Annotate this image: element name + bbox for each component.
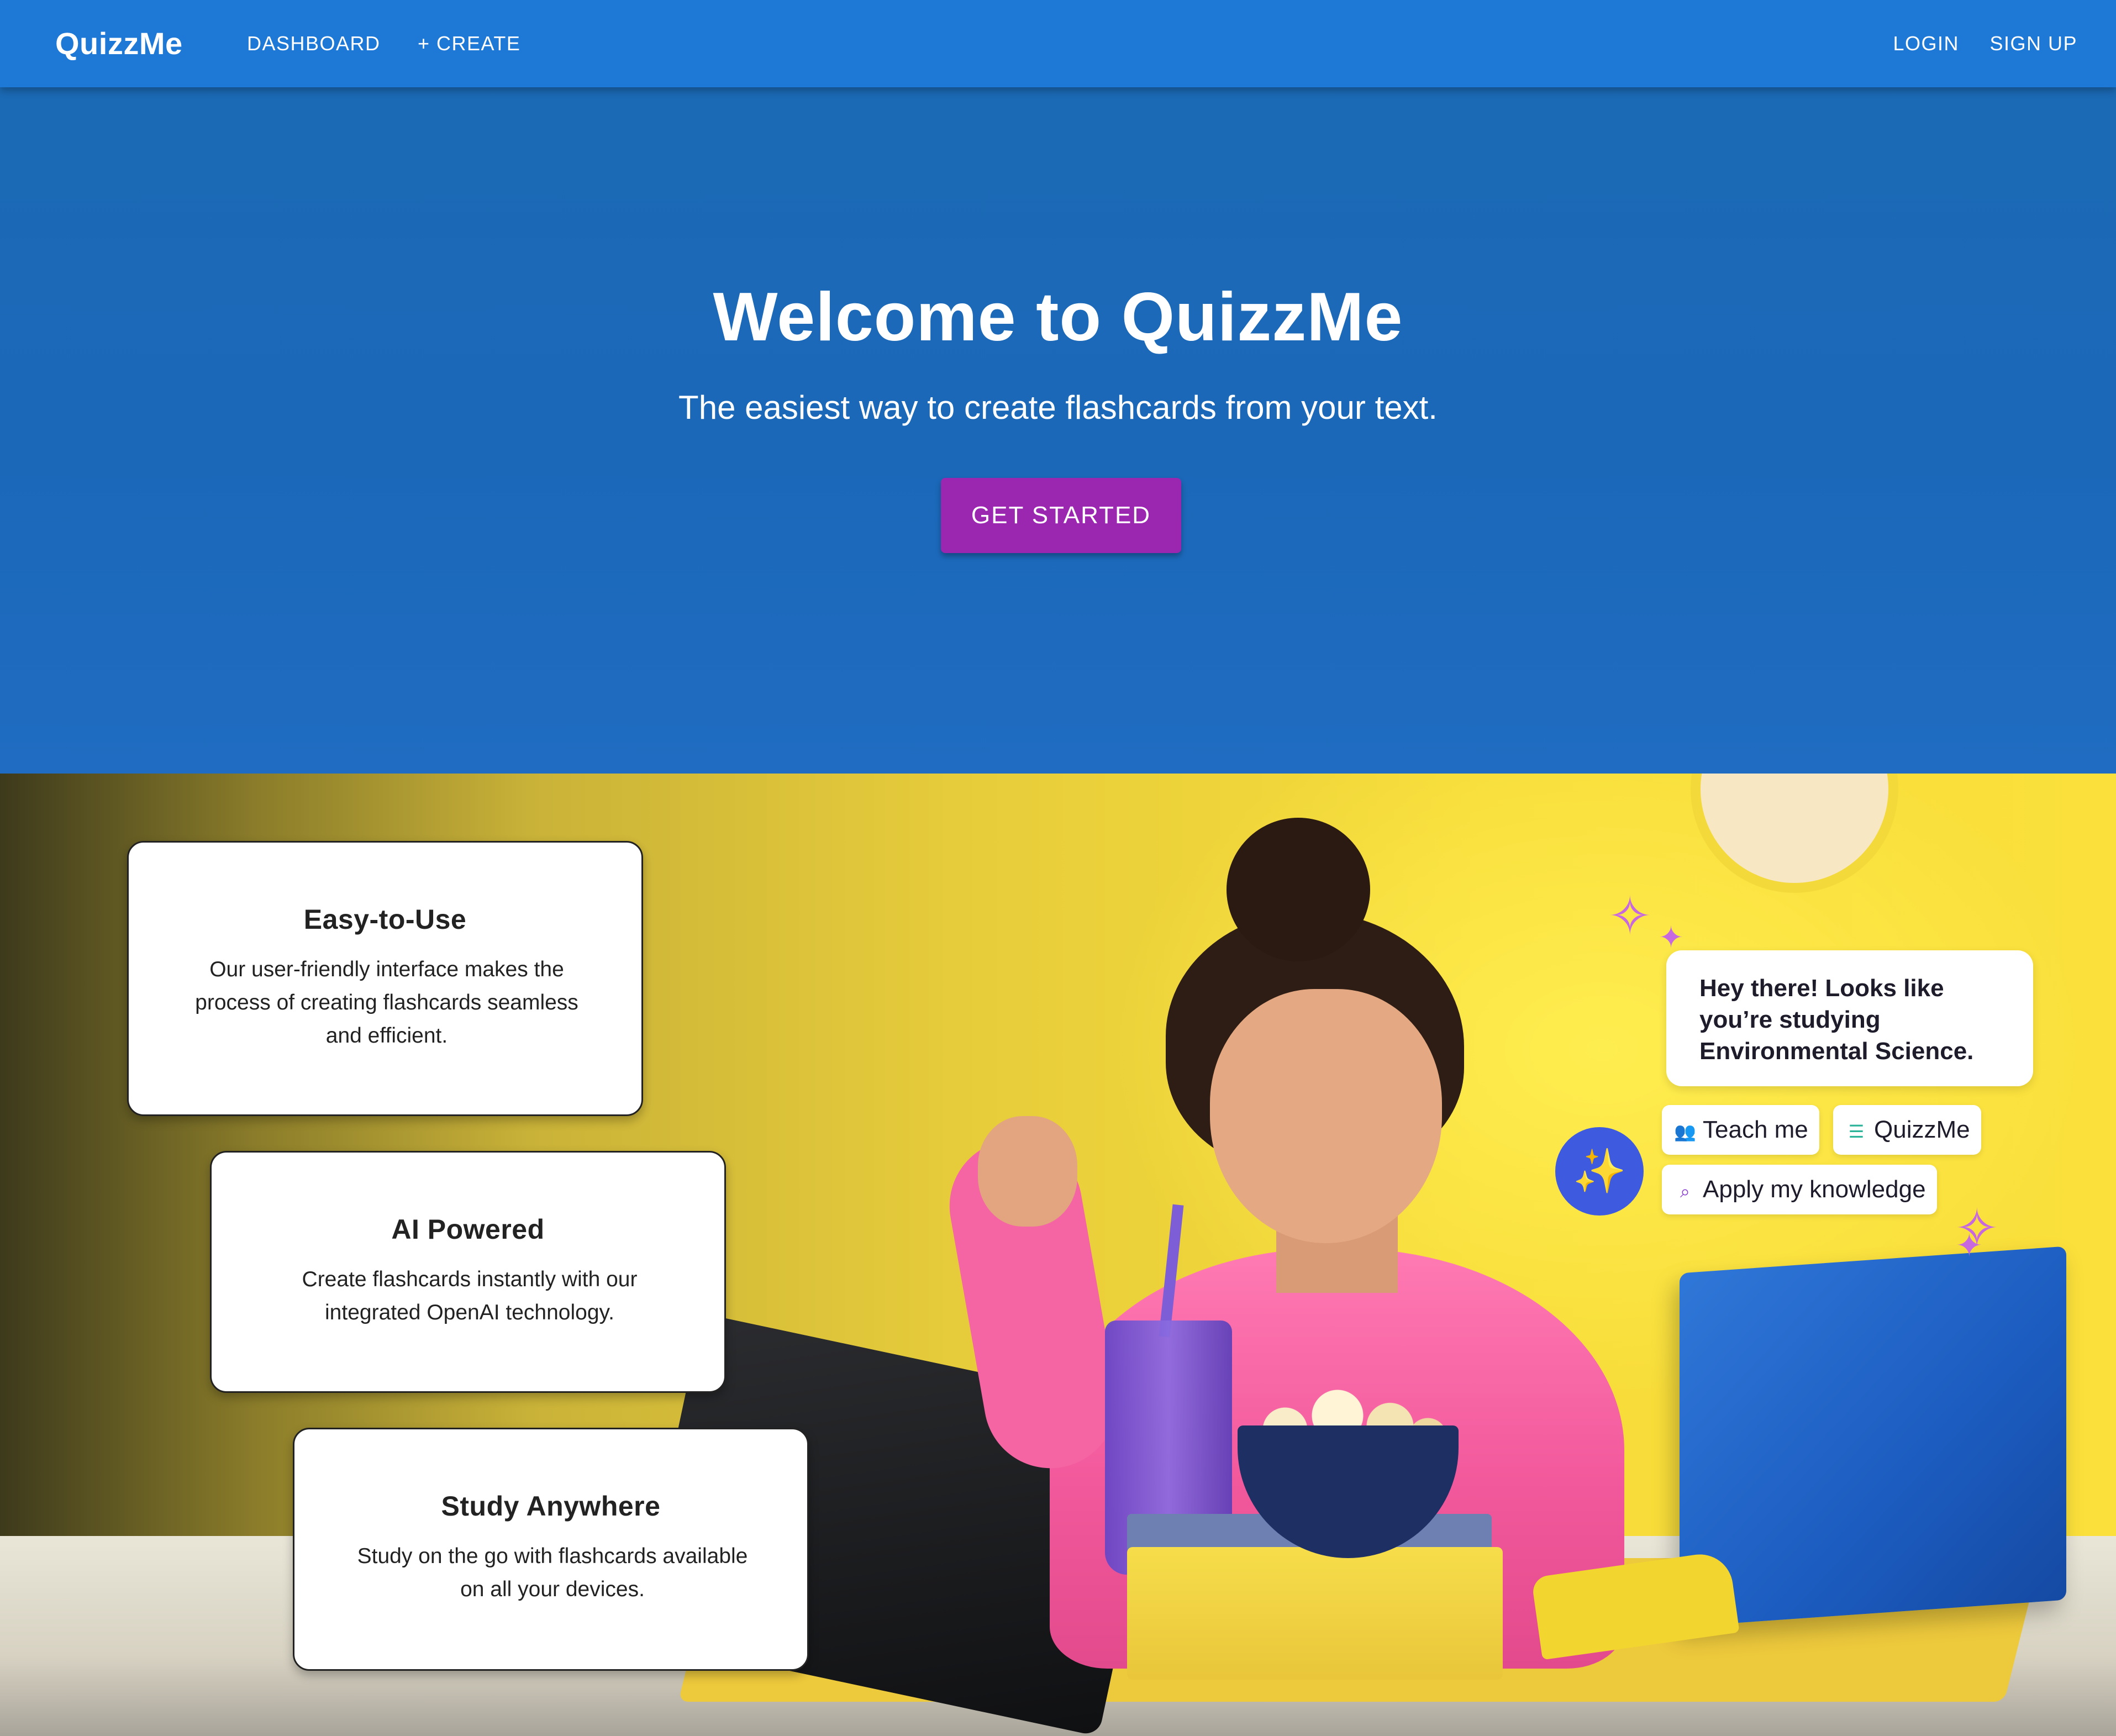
magnifier-icon: ⌕ [1680, 1181, 1690, 1202]
chat-message: Hey there! Looks like you’re studying En… [1699, 975, 1974, 1065]
brand-logo[interactable]: QuizzMe [55, 0, 183, 87]
sparkle-small-icon: ✦ [1659, 920, 1684, 955]
feature-card-ai-powered: AI Powered Create flashcards instantly w… [210, 1151, 726, 1393]
wall-clock-image [1691, 774, 1898, 893]
hero-section: Welcome to QuizzMe The easiest way to cr… [0, 87, 2116, 774]
nav-dashboard-button[interactable]: DASHBOARD [247, 0, 381, 87]
nav-login-button[interactable]: LOGIN [1893, 0, 1959, 87]
get-started-button[interactable]: GET STARTED [941, 478, 1181, 553]
nav-create-button[interactable]: + CREATE [418, 0, 520, 87]
feature-card-title: Study Anywhere [441, 1491, 661, 1522]
feature-card-description: Create flashcards instantly with our int… [302, 1267, 638, 1324]
people-icon: 👥 [1674, 1121, 1696, 1142]
chip-label: Teach me [1703, 1116, 1808, 1143]
student-face [1210, 989, 1442, 1243]
sparkle-icon: ✧ [1608, 885, 1652, 947]
book-stack-image [1127, 1547, 1503, 1680]
teach-me-chip[interactable]: 👥 Teach me [1662, 1105, 1819, 1155]
laptop-image [1680, 1246, 2066, 1627]
sparkle-small-icon: ✦ [1956, 1227, 1983, 1264]
student-hair-bun [1227, 818, 1370, 961]
quizzme-chip[interactable]: ☰ QuizzMe [1833, 1105, 1981, 1155]
list-icon: ☰ [1848, 1121, 1865, 1142]
feature-card-study-anywhere: Study Anywhere Study on the go with flas… [293, 1428, 809, 1671]
feature-card-title: Easy-to-Use [303, 904, 467, 935]
hero-title: Welcome to QuizzMe [713, 279, 1403, 355]
chip-label: Apply my knowledge [1703, 1176, 1926, 1203]
chat-bubble: Hey there! Looks like you’re studying En… [1666, 950, 2033, 1086]
magic-wand-icon: ✨ [1555, 1127, 1644, 1216]
chip-label: QuizzMe [1874, 1116, 1970, 1143]
feature-card-title: AI Powered [391, 1214, 545, 1245]
feature-card-description: Our user-friendly interface makes the pr… [195, 958, 578, 1048]
student-hand [978, 1116, 1077, 1227]
nav-signup-button[interactable]: SIGN UP [1989, 0, 2077, 87]
feature-card-description: Study on the go with flashcards availabl… [357, 1544, 748, 1601]
app-bar: QuizzMe DASHBOARD + CREATE LOGIN SIGN UP [0, 0, 2116, 87]
hero-subtitle: The easiest way to create flashcards fro… [678, 389, 1438, 426]
feature-card-easy-to-use: Easy-to-Use Our user-friendly interface … [127, 841, 643, 1116]
apply-knowledge-chip[interactable]: ⌕ Apply my knowledge [1662, 1165, 1937, 1214]
